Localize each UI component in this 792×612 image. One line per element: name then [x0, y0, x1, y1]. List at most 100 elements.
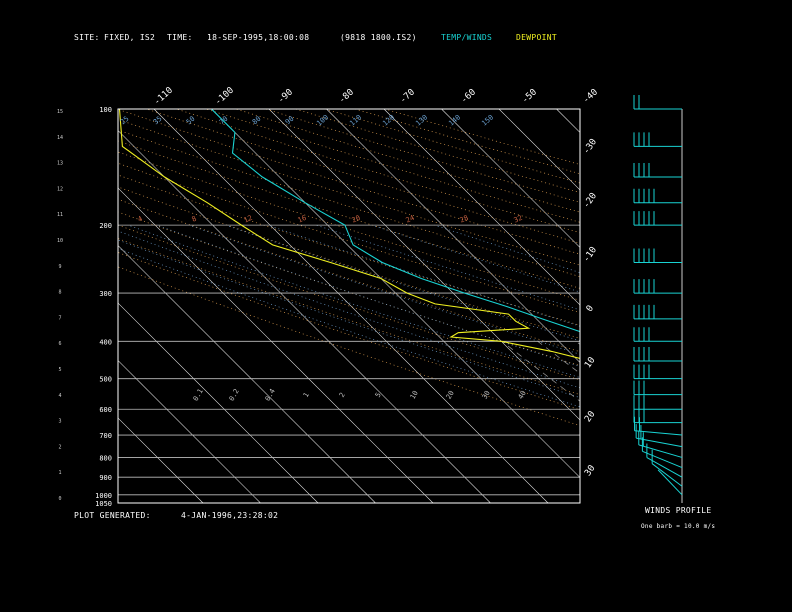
mixing-ratio-label-200: 16	[297, 214, 308, 225]
mixing-ratio-label-200: 12	[243, 214, 254, 225]
mixing-ratio-label: 0.1	[192, 388, 205, 403]
dry-adiabat-line	[118, 224, 580, 381]
pressure-tick-label: 800	[99, 454, 112, 462]
mixing-ratio-label: 2	[338, 391, 347, 399]
dry-adiabat-line	[118, 162, 580, 313]
height-km-label: 9	[58, 264, 61, 270]
isotherm-top-label: -70	[398, 87, 417, 105]
isotherm-line	[118, 245, 376, 503]
mixing-ratio-line	[575, 341, 580, 345]
mixing-ratio-line	[739, 341, 792, 503]
isotherm-right-label: -20	[582, 191, 600, 210]
isotherm-right-label: 10	[583, 356, 597, 371]
winds-profile-panel	[633, 95, 683, 503]
mixing-ratio-label-200: 32	[513, 214, 524, 225]
isotherm-top-label: -40	[581, 87, 600, 105]
height-km-label: 8	[58, 290, 61, 296]
dry-adiabat-line	[354, 109, 580, 175]
height-km-label: 1	[58, 470, 61, 476]
height-km-label: 5	[58, 367, 61, 373]
mixing-ratio-label: 20	[445, 389, 456, 400]
dry-adiabat-line	[118, 186, 580, 339]
wind-barb-staff	[657, 469, 683, 496]
height-km-label: 7	[58, 315, 61, 321]
mixing-ratio-label-200: 20	[351, 214, 362, 225]
mixing-ratio-label: 5	[374, 391, 383, 399]
isotherm-line	[118, 187, 434, 503]
pressure-tick-label: 300	[99, 290, 112, 298]
dry-adiabat-line	[118, 198, 580, 353]
moist-adiabat-line	[127, 224, 580, 378]
diagram-background-lines	[118, 109, 792, 503]
dry-adiabat-line	[235, 109, 580, 213]
pressure-tick-label: 100	[99, 106, 112, 114]
mixing-ratio-label-200: 8	[191, 215, 198, 224]
isotherm-line	[118, 417, 204, 503]
wind-barb-staff	[634, 430, 683, 436]
mixing-ratio-label: 1	[302, 391, 311, 399]
mixing-ratio-label: 40	[517, 389, 528, 400]
pressure-tick-label: 500	[99, 376, 112, 384]
isotherm-right-label: 0	[585, 304, 596, 314]
pressure-tick-label: 200	[99, 222, 112, 230]
dry-adiabat-line	[176, 109, 580, 233]
isotherm-right-label: 20	[583, 410, 597, 425]
isotherm-top-label: -100	[213, 86, 236, 108]
isotherm-top-label: -60	[459, 87, 478, 105]
pressure-tick-label: 1000	[95, 492, 112, 500]
dry-adiabat-line	[118, 119, 580, 266]
isotherm-top-label: -90	[276, 87, 295, 105]
dry-adiabat-line	[146, 109, 580, 244]
pressure-tick-label: 1050	[95, 500, 112, 508]
wind-barb-staff	[638, 444, 683, 458]
moist-adiabat-line	[188, 224, 580, 355]
isotherm-line	[326, 109, 580, 363]
isotherm-right-label: -30	[582, 137, 600, 156]
height-km-label: 12	[57, 186, 63, 192]
moist-adiabat-line	[315, 224, 580, 311]
dry-adiabat-line	[118, 211, 580, 366]
axis-labels: 1002003004005006007008009001000105015141…	[57, 86, 600, 508]
isotherm-top-label: -50	[520, 87, 539, 105]
moist-adiabat-line	[434, 224, 580, 274]
dry-adiabat-line	[118, 266, 580, 427]
height-km-label: 10	[57, 238, 63, 244]
isotherm-line	[498, 109, 580, 191]
moist-adiabat-line	[267, 224, 580, 327]
height-km-label: 14	[57, 135, 63, 141]
sounding-profiles	[118, 109, 580, 360]
moist-adiabat-line	[371, 224, 580, 293]
isotherm-line	[787, 109, 792, 503]
adiabat-label: 150	[480, 113, 495, 127]
isotherm-line	[118, 360, 261, 503]
adiabat-label: 80	[251, 115, 263, 127]
sounding-plot-page: SITE: FIXED, IS2 TIME: 18-SEP-1995,18:00…	[0, 0, 792, 612]
isotherm-top-label: -110	[152, 86, 175, 108]
isotherm-line	[118, 130, 491, 503]
mixing-ratio-label: 0.4	[264, 388, 277, 403]
height-km-label: 0	[58, 496, 61, 502]
isotherm-top-label: -80	[337, 87, 356, 105]
pressure-tick-label: 600	[99, 406, 112, 414]
dry-adiabat-line	[118, 109, 580, 255]
mixing-ratio-label-200: 4	[137, 215, 144, 224]
dry-adiabat-line	[205, 109, 580, 223]
adiabat-label: 100	[315, 113, 330, 127]
wind-barb-staff	[642, 450, 683, 469]
isotherm-line	[672, 109, 792, 503]
mixing-ratio-label: 0.2	[228, 388, 241, 403]
moist-adiabat-line	[225, 224, 580, 342]
dewpoint-profile-line	[118, 109, 580, 360]
isotherm-line	[383, 109, 580, 306]
pressure-tick-label: 400	[99, 338, 112, 346]
height-km-label: 13	[57, 161, 63, 167]
isotherm-right-label: -10	[582, 245, 600, 264]
skew-t-diagram: 1002003004005006007008009001000105015141…	[57, 86, 792, 508]
isotherm-line	[153, 109, 549, 503]
mixing-ratio-label-200: 28	[459, 214, 470, 225]
adiabat-label: 140	[447, 113, 462, 127]
moist-adiabat-line	[118, 230, 580, 389]
isotherm-line	[614, 109, 792, 503]
adiabat-label: 130	[414, 113, 429, 127]
dry-adiabat-line	[118, 252, 580, 411]
